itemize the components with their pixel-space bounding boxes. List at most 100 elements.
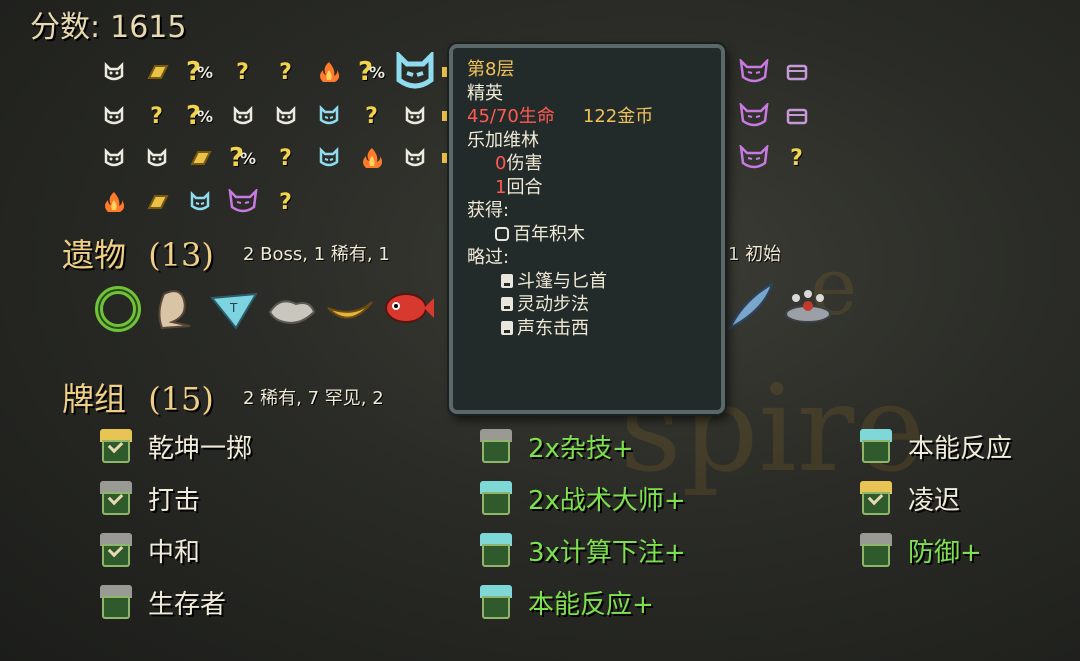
card-icon	[480, 481, 512, 515]
treasure-node-icon[interactable]	[135, 182, 178, 222]
map-row: ?%???%	[92, 52, 454, 92]
unknown-node-icon[interactable]: ?	[221, 52, 264, 92]
monster-node-icon[interactable]	[393, 96, 436, 136]
score-value: 1615	[110, 10, 187, 45]
rag-relic-icon[interactable]	[266, 282, 318, 334]
chest-node-icon[interactable]	[775, 52, 818, 92]
deck-card[interactable]: 中和	[100, 530, 200, 570]
tooltip-turns-label: 回合	[506, 176, 543, 198]
deck-card[interactable]: 凌迟	[860, 478, 960, 518]
score-label: 分数:	[30, 10, 101, 45]
monster-node-icon[interactable]	[221, 96, 264, 136]
pin-cushion-relic-icon[interactable]	[782, 280, 834, 332]
tooltip-damage: 0伤害	[467, 152, 707, 176]
unknown-node-icon[interactable]: ?	[264, 52, 307, 92]
tooltip-skipped-card-name: 灵动步法	[517, 294, 589, 315]
campfire-node-icon[interactable]	[92, 182, 135, 222]
map-row-right	[732, 52, 818, 92]
card-name: 凌迟	[908, 485, 961, 516]
card-name: 本能反应+	[528, 589, 654, 620]
relics-count: (13)	[148, 236, 214, 274]
idol-relic-icon[interactable]	[150, 282, 202, 334]
deck-card[interactable]: 2x战术大师+	[480, 478, 686, 518]
elite-current-node-icon[interactable]	[393, 52, 436, 92]
ice-pyramid-relic-icon[interactable]: T	[208, 282, 260, 334]
banana-relic-icon[interactable]	[324, 282, 376, 334]
card-name: 乾坤一掷	[148, 433, 253, 464]
campfire-node-icon[interactable]	[307, 52, 350, 92]
map-row: ?	[92, 182, 307, 222]
elite-node-icon[interactable]	[307, 138, 350, 178]
card-name: 3x计算下注+	[528, 537, 686, 568]
campfire-node-icon[interactable]	[350, 138, 393, 178]
boss-node-icon[interactable]	[732, 96, 775, 136]
deck-card[interactable]: 防御+	[860, 530, 982, 570]
monster-node-icon[interactable]	[264, 96, 307, 136]
tooltip-stats: 45/70生命 122金币	[467, 105, 707, 129]
boss-node-icon[interactable]	[732, 138, 775, 178]
deck-card[interactable]: 本能反应	[860, 426, 1012, 466]
tooltip-hp: 45/70生命	[467, 106, 555, 127]
relic-list-right	[724, 280, 834, 332]
treasure-node-icon[interactable]	[135, 52, 178, 92]
card-icon	[100, 533, 132, 567]
shop-unknown-node-icon[interactable]: ?%	[178, 52, 221, 92]
elite-node-icon[interactable]	[307, 96, 350, 136]
deck-title-text: 牌组	[62, 380, 127, 418]
card-small-icon	[501, 320, 513, 335]
unknown-node-icon[interactable]: ?	[264, 182, 307, 222]
shop-unknown-node-icon[interactable]: ?%	[178, 96, 221, 136]
card-name: 防御+	[908, 537, 982, 568]
deck-summary: 2 稀有, 7 罕见, 2	[243, 388, 384, 409]
shop-unknown-node-icon[interactable]: ?%	[350, 52, 393, 92]
card-small-icon	[501, 273, 513, 288]
boss-node-icon[interactable]	[732, 52, 775, 92]
tooltip-room-type: 精英	[467, 82, 503, 104]
tooltip-skipped-card: 斗篷与匕首	[467, 270, 707, 294]
card-icon	[860, 429, 892, 463]
card-name: 中和	[148, 537, 201, 568]
deck-card[interactable]: 生存者	[100, 582, 226, 622]
tooltip-enemy: 乐加维林	[467, 129, 539, 151]
tooltip-floor: 第8层	[467, 59, 515, 80]
monster-node-icon[interactable]	[92, 138, 135, 178]
unknown-node-icon[interactable]: ?	[264, 138, 307, 178]
monster-node-icon[interactable]	[393, 138, 436, 178]
svg-text:T: T	[229, 301, 238, 315]
map-row: ?%?	[92, 138, 454, 178]
relic-small-icon	[495, 226, 509, 241]
relics-summary-left: 2 Boss, 1 稀有, 1	[243, 244, 390, 265]
monster-node-icon[interactable]	[135, 138, 178, 178]
card-icon	[100, 429, 132, 463]
monster-node-icon[interactable]	[92, 96, 135, 136]
deck-card[interactable]: 3x计算下注+	[480, 530, 686, 570]
tooltip-skipped-card-name: 声东击西	[517, 317, 589, 339]
chest-node-icon[interactable]	[775, 96, 818, 136]
tooltip-skipped-label: 略过:	[467, 247, 510, 268]
monster-node-icon[interactable]	[92, 52, 135, 92]
unknown-node-icon[interactable]: ?	[350, 96, 393, 136]
card-name: 2x杂技+	[528, 433, 634, 464]
unknown-node-icon[interactable]: ?	[775, 138, 818, 178]
boss-node-icon[interactable]	[221, 182, 264, 222]
card-name: 2x战术大师+	[528, 485, 686, 516]
deck-card[interactable]: 本能反应+	[480, 582, 654, 622]
deck-card[interactable]: 乾坤一掷	[100, 426, 252, 466]
fish-relic-icon[interactable]	[382, 282, 434, 334]
card-icon	[480, 533, 512, 567]
card-name: 生存者	[148, 589, 227, 620]
deck-card[interactable]: 2x杂技+	[480, 426, 634, 466]
unknown-node-icon[interactable]: ?	[135, 96, 178, 136]
ring-relic-icon[interactable]	[92, 282, 144, 334]
card-icon	[100, 585, 132, 619]
shop-unknown-node-icon[interactable]: ?%	[221, 138, 264, 178]
tooltip-obtained-relic: 百年积木	[467, 223, 707, 247]
tooltip-skipped-card: 声东击西	[467, 317, 707, 341]
deck-title: 牌组 (15)	[62, 374, 214, 420]
deck-card[interactable]: 打击	[100, 478, 200, 518]
card-icon	[480, 429, 512, 463]
elite-node-icon[interactable]	[178, 182, 221, 222]
treasure-node-icon[interactable]	[178, 138, 221, 178]
feather-relic-icon[interactable]	[724, 280, 776, 332]
card-icon	[860, 533, 892, 567]
